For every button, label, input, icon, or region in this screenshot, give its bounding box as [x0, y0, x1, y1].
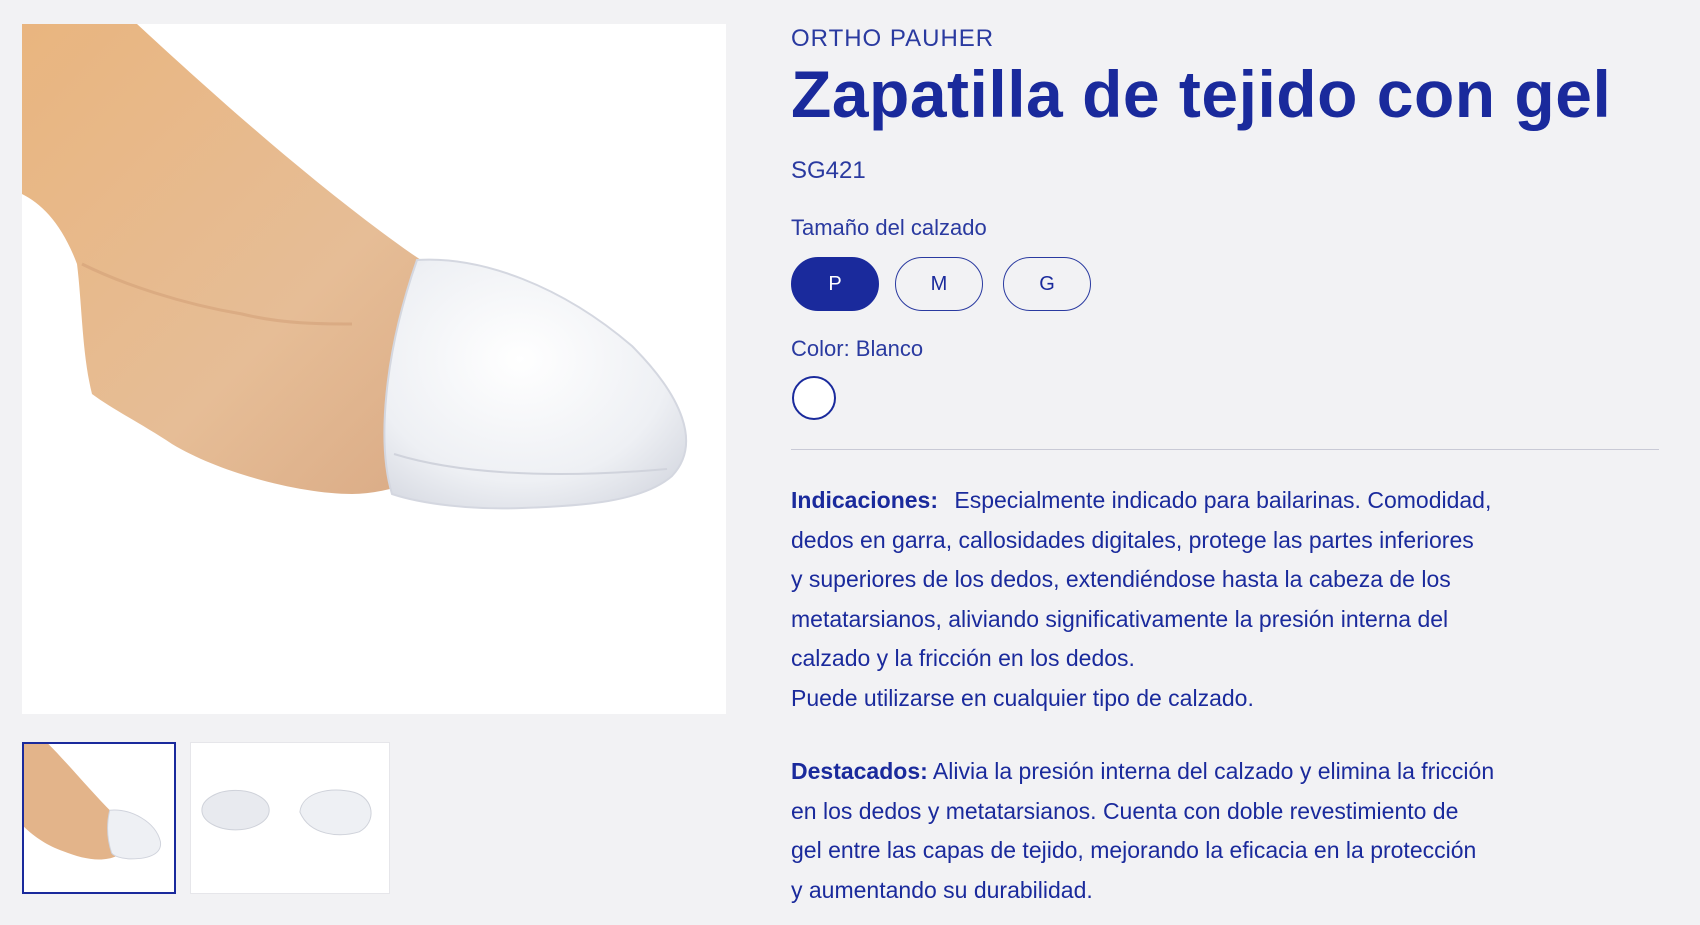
size-option-m[interactable]: M: [895, 257, 983, 311]
size-option-p[interactable]: P: [791, 257, 879, 311]
highlights-label: Destacados:: [791, 758, 928, 784]
highlights-section: Destacados: Alivia la presión interna de…: [791, 752, 1651, 910]
brand-name[interactable]: ORTHO PAUHER: [791, 25, 994, 53]
highlights-line: en los dedos y metatarsianos. Cuenta con…: [791, 797, 1459, 824]
product-title: Zapatilla de tejido con gel: [791, 57, 1612, 131]
foot-with-toe-cap-image: [22, 24, 726, 714]
product-sku: SG421: [791, 157, 866, 184]
indications-line: metatarsianos, aliviando significativame…: [791, 605, 1449, 632]
indications-line: Puede utilizarse en cualquier tipo de ca…: [791, 684, 1254, 711]
thumbnail-pair[interactable]: [190, 742, 390, 894]
color-label: Color: Blanco: [791, 336, 924, 361]
indications-line: y superiores de los dedos, extendiéndose…: [791, 566, 1451, 592]
toe-caps-pair-image: [191, 743, 389, 893]
divider: [791, 449, 1659, 450]
foot-thumbnail-image: [24, 744, 174, 892]
thumbnail-foot[interactable]: [22, 742, 176, 894]
indications-label: Indicaciones:: [791, 487, 938, 513]
indications-line: dedos en garra, callosidades digitales, …: [791, 526, 1474, 553]
highlights-line: y aumentando su durabilidad.: [791, 876, 1093, 903]
indications-line: calzado y la fricción en los dedos.: [791, 645, 1135, 671]
indications-line: Especialmente indicado para bailarinas. …: [954, 487, 1492, 513]
size-label: Tamaño del calzado: [791, 215, 987, 240]
highlights-line: Alivia la presión interna del calzado y …: [932, 758, 1495, 784]
indications-section: Indicaciones: Especialmente indicado par…: [791, 481, 1651, 718]
highlights-line: gel entre las capas de tejido, mejorando…: [791, 837, 1477, 863]
main-product-image: [22, 24, 726, 714]
color-swatch-blanco[interactable]: [792, 376, 836, 420]
size-option-g[interactable]: G: [1003, 257, 1091, 311]
